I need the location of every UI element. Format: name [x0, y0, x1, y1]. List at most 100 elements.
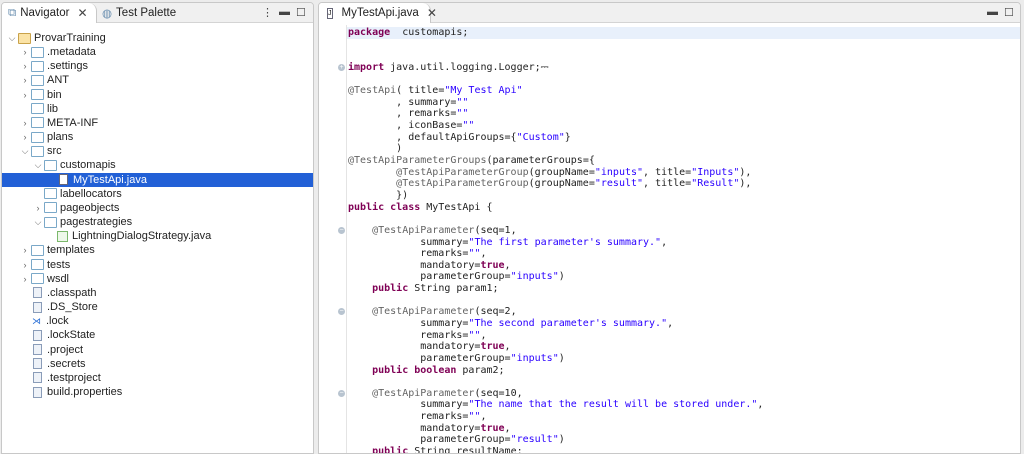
tree-item[interactable]: › plans: [2, 130, 313, 144]
chevron-down-icon[interactable]: ⌵: [32, 160, 44, 171]
tree-item[interactable]: › .metadata: [2, 45, 313, 59]
tab-mytestapi-java[interactable]: J MyTestApi.java ✕: [319, 3, 437, 23]
close-icon[interactable]: ✕: [77, 6, 87, 20]
code-text: (groupName=: [528, 178, 595, 190]
tree-item-label: src: [47, 145, 62, 158]
string-literal: "": [468, 329, 481, 341]
annotation: @TestApiParameter: [372, 306, 475, 318]
tree-item[interactable]: ⌵ customapis: [2, 158, 313, 172]
editor-panel: J MyTestApi.java ✕ ▬ ☐ package customapi…: [318, 2, 1021, 454]
code-text: ),: [739, 178, 752, 190]
code-text: }: [564, 131, 571, 143]
minimize-icon[interactable]: ▬: [987, 6, 998, 18]
view-menu-icon[interactable]: ⋮: [262, 6, 273, 19]
keyword: public boolean: [372, 364, 457, 376]
tree-item[interactable]: labellocators: [2, 187, 313, 201]
chevron-right-icon[interactable]: ›: [19, 47, 31, 57]
code-line: @TestApiParameter(seq=2,: [347, 306, 1020, 318]
chevron-right-icon[interactable]: ›: [19, 118, 31, 128]
tree-item[interactable]: ⌵ src: [2, 144, 313, 158]
tree-item[interactable]: ⌵ pagestrategies: [2, 215, 313, 229]
keyword: package: [348, 27, 391, 38]
code-editor[interactable]: package customapis; import java.util.logg…: [319, 25, 1020, 453]
code-line: public String resultName;: [347, 446, 1020, 454]
code-text: , defaultApiGroups={: [348, 131, 517, 143]
chevron-right-icon[interactable]: ›: [19, 274, 31, 284]
tree-item[interactable]: › templates: [2, 243, 313, 257]
close-icon[interactable]: ✕: [427, 6, 437, 20]
keyword: true: [480, 259, 505, 271]
tree-item[interactable]: LightningDialogStrategy.java: [2, 229, 313, 243]
chevron-right-icon[interactable]: ›: [19, 245, 31, 255]
code-line: , summary="": [347, 97, 1020, 109]
code-line: parameterGroup="inputs"): [347, 353, 1020, 365]
palette-icon: ◍: [102, 8, 113, 20]
tree-item[interactable]: ⋊ .lock: [2, 314, 313, 328]
chevron-right-icon[interactable]: ›: [19, 90, 31, 100]
folder-icon: [31, 259, 44, 271]
code-text: , remarks=: [348, 108, 457, 120]
tree-item[interactable]: .project: [2, 343, 313, 357]
code-line: mandatory=true,: [347, 341, 1020, 353]
tree-item[interactable]: › META-INF: [2, 116, 313, 130]
tree-item[interactable]: .DS_Store: [2, 300, 313, 314]
chevron-right-icon[interactable]: ›: [19, 260, 31, 270]
code-text: ,: [667, 318, 674, 329]
code-text: summary=: [348, 236, 469, 248]
tree-item[interactable]: lib: [2, 102, 313, 116]
keyword: public: [372, 446, 409, 454]
code-text: String resultName;: [408, 446, 523, 454]
code-text: ,: [480, 329, 487, 341]
tree-item[interactable]: J MyTestApi.java: [2, 172, 313, 187]
tree-item[interactable]: .secrets: [2, 357, 313, 371]
code-text: String param1;: [408, 283, 499, 295]
maximize-icon[interactable]: ☐: [1004, 6, 1014, 19]
tree-item[interactable]: .classpath: [2, 286, 313, 300]
collapse-fold-icon[interactable]: −: [338, 226, 345, 234]
tree-item[interactable]: ⌵ ProvarTraining: [2, 31, 313, 45]
code-text: remarks=: [348, 248, 469, 260]
tree-item[interactable]: › tests: [2, 258, 313, 272]
folder-icon: [31, 131, 44, 143]
folder-icon: [44, 188, 57, 200]
tree-item-label: labellocators: [60, 187, 122, 200]
annotation: @TestApiParameter: [372, 224, 475, 236]
code-text: (seq=1,: [474, 224, 517, 236]
project-folder-icon: [18, 32, 31, 44]
code-line: ): [347, 143, 1020, 155]
chevron-right-icon[interactable]: ›: [19, 132, 31, 142]
code-text: java.util.logging.Logger;: [384, 61, 541, 73]
tab-navigator[interactable]: ⧉ Navigator ✕: [2, 3, 97, 23]
tree-item[interactable]: › wsdl: [2, 272, 313, 286]
chevron-down-icon[interactable]: ⌵: [19, 146, 31, 157]
chevron-right-icon[interactable]: ›: [19, 75, 31, 85]
tree-item[interactable]: .testproject: [2, 371, 313, 385]
chevron-down-icon[interactable]: ⌵: [32, 217, 44, 228]
maximize-icon[interactable]: ☐: [296, 6, 306, 19]
collapse-fold-icon[interactable]: −: [338, 389, 345, 397]
tree-item-label: .DS_Store: [47, 301, 98, 314]
expand-fold-icon[interactable]: +: [338, 63, 345, 71]
tree-item-label: ProvarTraining: [34, 32, 106, 44]
tree-item[interactable]: › bin: [2, 88, 313, 102]
tree-item[interactable]: › .settings: [2, 59, 313, 73]
code-text: , summary=: [348, 96, 457, 108]
code-text: (groupName=: [528, 166, 595, 178]
tree-item[interactable]: › pageobjects: [2, 201, 313, 215]
tree-item[interactable]: .lockState: [2, 328, 313, 342]
code-line: public class MyTestApi {: [347, 202, 1020, 214]
minimize-icon[interactable]: ▬: [279, 6, 290, 18]
code-text: ,: [504, 422, 511, 434]
annotation: @TestApi: [348, 85, 397, 97]
code-text: (seq=2,: [474, 306, 517, 318]
chevron-right-icon[interactable]: ›: [19, 61, 31, 71]
chevron-down-icon[interactable]: ⌵: [6, 33, 18, 44]
chevron-right-icon[interactable]: ›: [32, 203, 44, 213]
tree-item[interactable]: › ANT: [2, 73, 313, 87]
tree-item[interactable]: build.properties: [2, 385, 313, 399]
tab-test-palette[interactable]: ◍ Test Palette: [96, 3, 182, 23]
